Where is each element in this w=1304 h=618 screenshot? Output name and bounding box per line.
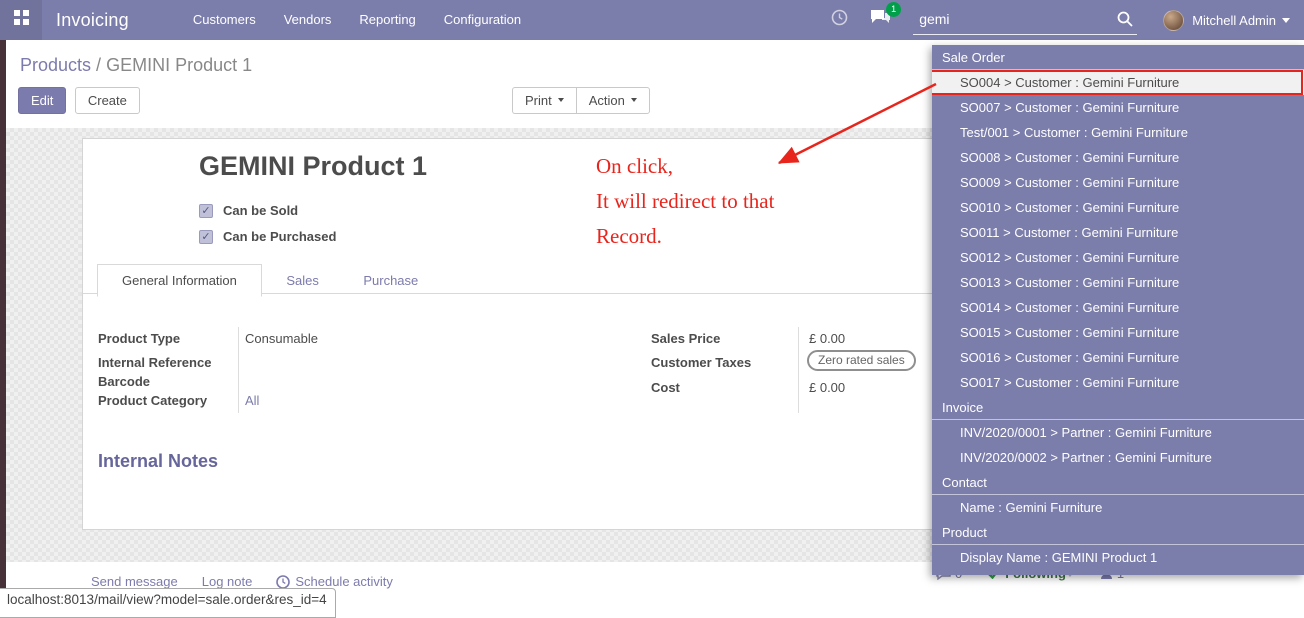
global-search: gemi	[913, 5, 1137, 35]
print-dropdown-button[interactable]: Print	[512, 87, 576, 114]
apps-menu-button[interactable]	[0, 0, 42, 40]
user-name: Mitchell Admin	[1192, 13, 1276, 28]
search-icon[interactable]	[1117, 11, 1133, 32]
search-result-so015[interactable]: SO015 > Customer : Gemini Furniture	[932, 320, 1304, 345]
chevron-down-icon	[1282, 18, 1290, 27]
search-result-so007[interactable]: SO007 > Customer : Gemini Furniture	[932, 95, 1304, 120]
product-category-label: Product Category	[98, 393, 207, 408]
search-result-so013[interactable]: SO013 > Customer : Gemini Furniture	[932, 270, 1304, 295]
product-category-value[interactable]: All	[245, 393, 259, 408]
search-result-test001[interactable]: Test/001 > Customer : Gemini Furniture	[932, 120, 1304, 145]
breadcrumb-current: GEMINI Product 1	[106, 55, 252, 75]
internal-reference-label: Internal Reference	[98, 355, 211, 370]
search-result-so009[interactable]: SO009 > Customer : Gemini Furniture	[932, 170, 1304, 195]
field-group-divider	[238, 327, 239, 413]
message-count-badge: 1	[886, 2, 901, 17]
user-avatar	[1163, 10, 1184, 31]
schedule-clock-icon	[276, 575, 290, 589]
search-result-contact[interactable]: Name : Gemini Furniture	[932, 495, 1304, 520]
product-type-label: Product Type	[98, 331, 180, 346]
search-result-so008[interactable]: SO008 > Customer : Gemini Furniture	[932, 145, 1304, 170]
field-group-divider	[798, 327, 799, 413]
search-result-so017[interactable]: SO017 > Customer : Gemini Furniture	[932, 370, 1304, 395]
top-navbar: Invoicing Customers Vendors Reporting Co…	[0, 0, 1304, 40]
annotation-note: On click, It will redirect to that Recor…	[596, 149, 926, 254]
search-result-so010[interactable]: SO010 > Customer : Gemini Furniture	[932, 195, 1304, 220]
sales-price-value: £ 0.00	[809, 331, 845, 346]
menu-vendors[interactable]: Vendors	[270, 0, 346, 40]
product-type-value: Consumable	[245, 331, 318, 346]
link-preview-statusbar: localhost:8013/mail/view?model=sale.orde…	[0, 588, 336, 618]
apps-grid-icon	[14, 10, 29, 30]
search-input[interactable]: gemi	[913, 5, 1137, 33]
tab-purchase[interactable]: Purchase	[343, 265, 438, 296]
main-menu: Customers Vendors Reporting Configuratio…	[179, 0, 535, 40]
can-be-sold-checkbox[interactable]: ✓	[199, 204, 213, 218]
breadcrumb-separator: /	[91, 55, 106, 75]
section-header-sale-order: Sale Order	[932, 45, 1304, 70]
menu-customers[interactable]: Customers	[179, 0, 270, 40]
search-result-so014[interactable]: SO014 > Customer : Gemini Furniture	[932, 295, 1304, 320]
create-button[interactable]: Create	[75, 87, 140, 114]
breadcrumb-products-link[interactable]: Products	[20, 55, 91, 75]
customer-taxes-label: Customer Taxes	[651, 355, 751, 370]
can-be-sold-row: ✓ Can be Sold	[199, 203, 298, 218]
search-result-so016[interactable]: SO016 > Customer : Gemini Furniture	[932, 345, 1304, 370]
clock-icon	[831, 9, 848, 31]
can-be-sold-label: Can be Sold	[223, 203, 298, 218]
menu-reporting[interactable]: Reporting	[345, 0, 429, 40]
product-title: GEMINI Product 1	[199, 151, 427, 182]
chevron-down-icon	[631, 98, 637, 105]
user-menu[interactable]: Mitchell Admin	[1163, 10, 1290, 31]
can-be-purchased-row: ✓ Can be Purchased	[199, 229, 336, 244]
sales-price-label: Sales Price	[651, 331, 720, 346]
annotation-highlight-box	[932, 70, 1303, 95]
edit-button[interactable]: Edit	[18, 87, 66, 114]
internal-notes-heading: Internal Notes	[98, 451, 218, 472]
can-be-purchased-checkbox[interactable]: ✓	[199, 230, 213, 244]
section-header-invoice: Invoice	[932, 395, 1304, 420]
window-edge-strip	[0, 40, 6, 610]
customer-taxes-tag[interactable]: Zero rated sales	[807, 350, 916, 371]
section-header-contact: Contact	[932, 470, 1304, 495]
activities-clock-button[interactable]	[831, 9, 848, 31]
cost-label: Cost	[651, 380, 680, 395]
log-note-link[interactable]: Log note	[202, 574, 253, 589]
search-result-inv-0001[interactable]: INV/2020/0001 > Partner : Gemini Furnitu…	[932, 420, 1304, 445]
search-result-so012[interactable]: SO012 > Customer : Gemini Furniture	[932, 245, 1304, 270]
can-be-purchased-label: Can be Purchased	[223, 229, 336, 244]
send-message-link[interactable]: Send message	[91, 574, 178, 589]
search-result-so004[interactable]: SO004 > Customer : Gemini Furniture	[932, 70, 1304, 95]
search-result-so011[interactable]: SO011 > Customer : Gemini Furniture	[932, 220, 1304, 245]
schedule-activity-link[interactable]: Schedule activity	[276, 574, 393, 589]
section-header-product: Product	[932, 520, 1304, 545]
record-buttons: Edit Create	[18, 87, 144, 114]
menu-configuration[interactable]: Configuration	[430, 0, 535, 40]
breadcrumb: Products / GEMINI Product 1	[20, 55, 252, 76]
messages-button[interactable]: 1	[870, 9, 891, 31]
print-action-group: Print Action	[512, 87, 650, 114]
search-result-product[interactable]: Display Name : GEMINI Product 1	[932, 545, 1304, 570]
action-dropdown-button[interactable]: Action	[576, 87, 650, 114]
search-result-inv-0002[interactable]: INV/2020/0002 > Partner : Gemini Furnitu…	[932, 445, 1304, 470]
barcode-label: Barcode	[98, 374, 150, 389]
chevron-down-icon	[558, 98, 564, 105]
search-results-dropdown: Sale Order SO004 > Customer : Gemini Fur…	[932, 45, 1304, 575]
app-title[interactable]: Invoicing	[56, 10, 129, 31]
tab-general-information[interactable]: General Information	[97, 264, 262, 297]
navbar-right: 1 gemi Mitchell Admin	[831, 5, 1304, 35]
cost-value: £ 0.00	[809, 380, 845, 395]
tab-sales[interactable]: Sales	[266, 265, 339, 296]
chatter-links: Send message Log note Schedule activity	[91, 574, 417, 589]
